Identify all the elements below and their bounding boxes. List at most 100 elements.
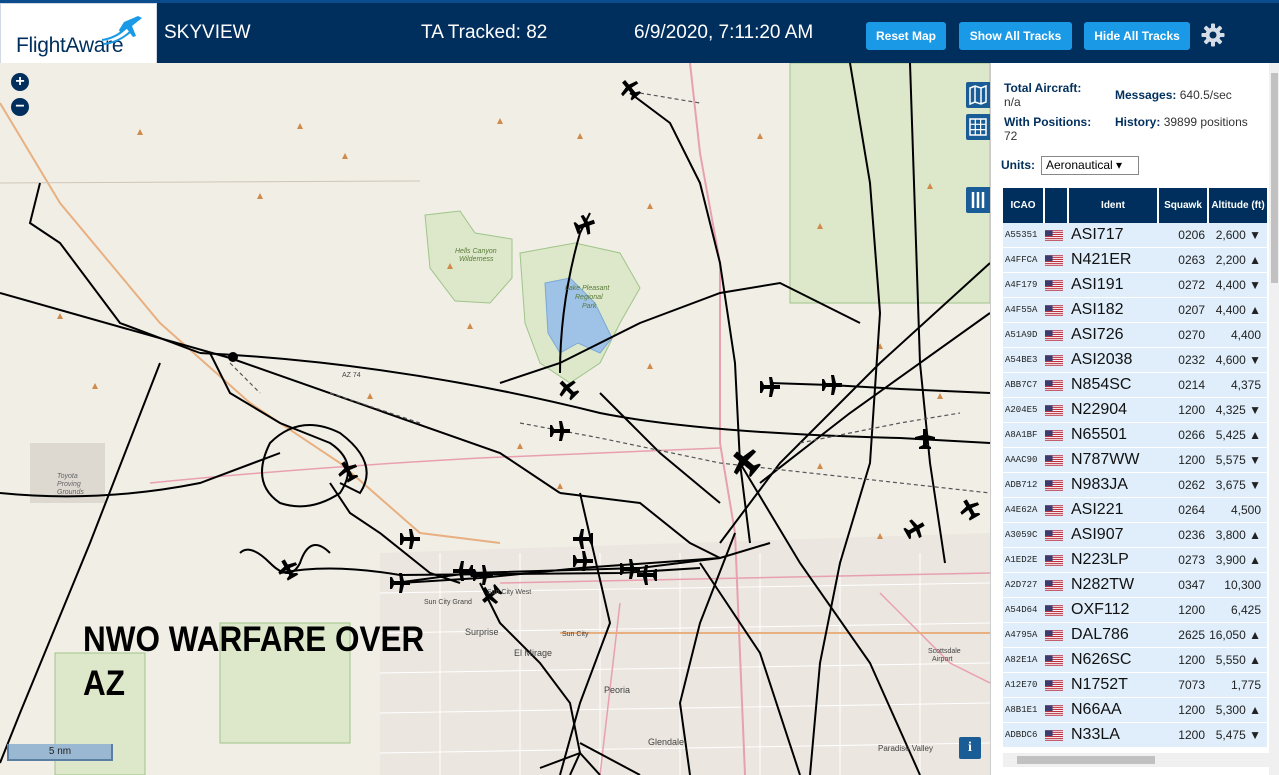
us-flag-icon bbox=[1045, 354, 1069, 366]
cell-ident: N983JA bbox=[1071, 476, 1128, 493]
scroll-thumb[interactable] bbox=[1271, 73, 1278, 283]
table-row[interactable]: A4795A DAL786 2625 16,050 ▲ bbox=[1003, 623, 1267, 648]
cell-icao: A1ED2E bbox=[1005, 555, 1038, 565]
hide-all-tracks-button[interactable]: Hide All Tracks bbox=[1084, 22, 1190, 50]
overlay-line-1: NWO WARFARE OVER bbox=[83, 620, 425, 659]
cell-squawk: 0264 bbox=[1178, 503, 1205, 517]
map-label: Sun City bbox=[562, 631, 589, 638]
table-row[interactable]: A51A9D ASI726 0270 4,400 bbox=[1003, 323, 1267, 348]
cell-altitude: 4,400 ▲ bbox=[1215, 303, 1261, 317]
cell-altitude: 10,300 bbox=[1224, 578, 1261, 592]
table-row[interactable]: AAAC90 N787WW 1200 5,575 ▼ bbox=[1003, 448, 1267, 473]
cell-altitude: 4,375 bbox=[1230, 378, 1261, 392]
grid-icon[interactable] bbox=[966, 114, 990, 140]
table-row[interactable]: A3059C ASI907 0236 3,800 ▲ bbox=[1003, 523, 1267, 548]
map-layers-icon[interactable] bbox=[966, 82, 990, 108]
cell-altitude: 5,575 ▼ bbox=[1215, 453, 1261, 467]
cell-ident: N65501 bbox=[1071, 426, 1128, 443]
cell-squawk: 2625 bbox=[1178, 628, 1205, 642]
table-row[interactable]: A8A1BF N65501 0266 5,425 ▲ bbox=[1003, 423, 1267, 448]
us-flag-icon bbox=[1045, 229, 1069, 241]
table-row[interactable]: A2D727 N282TW 0347 10,300 bbox=[1003, 573, 1267, 598]
table-row[interactable]: A4FFCA N421ER 0263 2,200 ▲ bbox=[1003, 248, 1267, 273]
col-icao[interactable]: ICAO bbox=[1003, 188, 1045, 223]
us-flag-icon bbox=[1045, 654, 1069, 666]
zoom-out-button[interactable]: − bbox=[11, 98, 29, 116]
cell-squawk: 0262 bbox=[1178, 478, 1205, 492]
cell-icao: A2D727 bbox=[1005, 580, 1038, 590]
col-flag[interactable] bbox=[1045, 188, 1069, 223]
cell-icao: A82E1A bbox=[1005, 655, 1038, 665]
us-flag-icon bbox=[1045, 479, 1069, 491]
with-positions-value: 72 bbox=[1004, 129, 1018, 143]
map-label: Sun City Grand bbox=[424, 599, 472, 606]
scroll-thumb[interactable] bbox=[1017, 756, 1155, 764]
table-row[interactable]: A54D64 OXF112 1200 6,425 bbox=[1003, 598, 1267, 623]
skyview-app: FlightAware SKYVIEW TA Tracked: 82 6/9/2… bbox=[0, 0, 1279, 775]
reset-map-button[interactable]: Reset Map bbox=[866, 22, 946, 50]
cell-altitude: 5,475 ▼ bbox=[1215, 728, 1261, 742]
units-dropdown[interactable]: Aeronautical ▾ bbox=[1041, 156, 1139, 175]
table-row[interactable]: ADBDC6 N33LA 1200 5,475 ▼ bbox=[1003, 723, 1267, 748]
table-header: ICAO Ident Squawk Altitude (ft) bbox=[1003, 188, 1267, 223]
cell-icao: A3059C bbox=[1005, 530, 1038, 540]
cell-squawk: 0207 bbox=[1178, 303, 1205, 317]
table-row[interactable]: A8B1E1 N66AA 1200 5,300 ▲ bbox=[1003, 698, 1267, 723]
map-view[interactable]: Hells Canyon Wilderness Lake Pleasant Re… bbox=[0, 63, 990, 775]
columns-icon[interactable] bbox=[966, 187, 990, 213]
table-row[interactable]: A12E70 N1752T 7073 1,775 bbox=[1003, 673, 1267, 698]
col-ident[interactable]: Ident bbox=[1069, 188, 1159, 223]
cell-icao: A51A9D bbox=[1005, 330, 1038, 340]
gear-icon[interactable] bbox=[1200, 22, 1226, 48]
table-row[interactable]: A1ED2E N223LP 0273 3,900 ▲ bbox=[1003, 548, 1267, 573]
cell-squawk: 1200 bbox=[1178, 453, 1205, 467]
header-bar: FlightAware SKYVIEW TA Tracked: 82 6/9/2… bbox=[0, 0, 1279, 66]
table-row[interactable]: A4F179 ASI191 0272 4,400 ▼ bbox=[1003, 273, 1267, 298]
col-squawk[interactable]: Squawk bbox=[1159, 188, 1209, 223]
show-all-tracks-button[interactable]: Show All Tracks bbox=[959, 22, 1072, 50]
table-row[interactable]: ABB7C7 N854SC 0214 4,375 bbox=[1003, 373, 1267, 398]
cell-squawk: 0263 bbox=[1178, 253, 1205, 267]
cell-ident: N282TW bbox=[1071, 576, 1135, 593]
cell-squawk: 7073 bbox=[1178, 678, 1205, 692]
cell-icao: A54BE3 bbox=[1005, 355, 1038, 365]
cell-ident: N66AA bbox=[1071, 701, 1122, 718]
cell-ident: ASI717 bbox=[1071, 226, 1124, 243]
table-row[interactable]: A204E5 N22904 1200 4,325 ▼ bbox=[1003, 398, 1267, 423]
cell-icao: A4FFCA bbox=[1005, 255, 1038, 265]
us-flag-icon bbox=[1045, 279, 1069, 291]
us-flag-icon bbox=[1045, 579, 1069, 591]
park-area bbox=[789, 63, 990, 304]
cell-squawk: 0272 bbox=[1178, 278, 1205, 292]
cell-ident: ASI191 bbox=[1071, 276, 1124, 293]
cell-icao: ABB7C7 bbox=[1005, 380, 1038, 390]
track-start-marker bbox=[228, 352, 238, 362]
map-label: AZ 74 bbox=[342, 372, 361, 379]
cell-altitude: 3,800 ▲ bbox=[1215, 528, 1261, 542]
zoom-in-button[interactable]: + bbox=[11, 73, 29, 91]
cell-altitude: 2,200 ▲ bbox=[1215, 253, 1261, 267]
table-row[interactable]: A82E1A N626SC 1200 5,550 ▲ bbox=[1003, 648, 1267, 673]
cell-altitude: 5,425 ▲ bbox=[1215, 428, 1261, 442]
table-row[interactable]: A4F55A ASI182 0207 4,400 ▲ bbox=[1003, 298, 1267, 323]
aircraft-icon bbox=[550, 421, 570, 441]
cell-ident: N854SC bbox=[1071, 376, 1132, 393]
map-label: Hells Canyon bbox=[455, 248, 497, 255]
horizontal-scrollbar[interactable] bbox=[1003, 753, 1269, 767]
flightaware-logo[interactable]: FlightAware bbox=[0, 3, 157, 66]
table-row[interactable]: A4E62A ASI221 0264 4,500 bbox=[1003, 498, 1267, 523]
vertical-scrollbar[interactable] bbox=[1269, 63, 1279, 775]
clock: 6/9/2020, 7:11:20 AM bbox=[634, 22, 814, 43]
cell-ident: OXF112 bbox=[1071, 601, 1130, 618]
table-row[interactable]: A55351 ASI717 0206 2,600 ▼ bbox=[1003, 223, 1267, 248]
cell-altitude: 3,900 ▲ bbox=[1215, 553, 1261, 567]
table-row[interactable]: A54BE3 ASI2038 0232 4,600 ▼ bbox=[1003, 348, 1267, 373]
aircraft-icon bbox=[760, 377, 780, 397]
cell-squawk: 1200 bbox=[1178, 653, 1205, 667]
cell-altitude: 3,675 ▼ bbox=[1215, 478, 1261, 492]
info-button[interactable]: i bbox=[959, 737, 981, 759]
table-row[interactable]: ADB712 N983JA 0262 3,675 ▼ bbox=[1003, 473, 1267, 498]
history-label: History: bbox=[1115, 115, 1161, 129]
col-altitude[interactable]: Altitude (ft) bbox=[1209, 188, 1267, 223]
us-flag-icon bbox=[1045, 504, 1069, 516]
